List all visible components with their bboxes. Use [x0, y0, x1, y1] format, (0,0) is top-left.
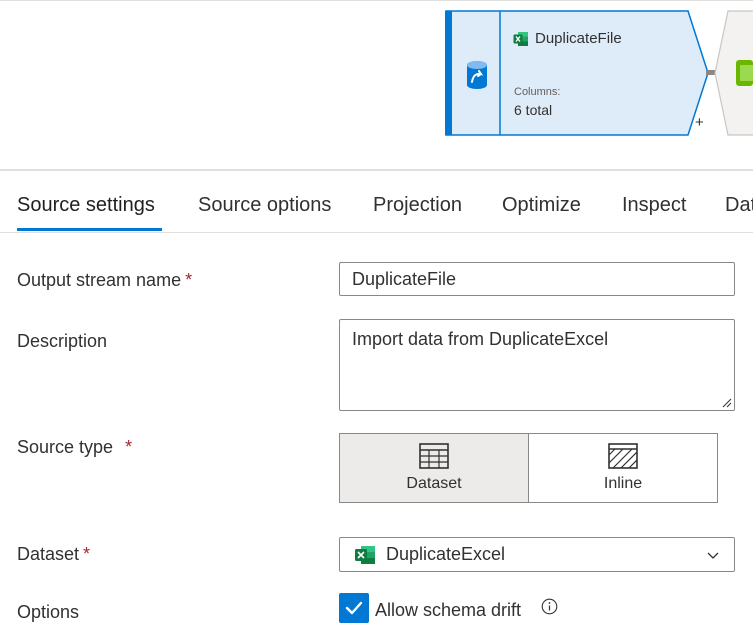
required-marker: *	[83, 544, 91, 564]
source-type-inline-option[interactable]: Inline	[528, 433, 718, 503]
dataset-dropdown-value: DuplicateExcel	[386, 544, 506, 564]
required-marker: *	[185, 270, 193, 290]
active-tab-indicator	[17, 228, 162, 231]
source-node-title: DuplicateFile	[513, 30, 622, 47]
description-label: Description	[17, 331, 108, 351]
resize-grip-icon[interactable]	[720, 396, 732, 408]
source-node-icon-area	[451, 12, 499, 134]
output-stream-name-label-text: Output stream name	[17, 270, 182, 290]
settings-tab-bar: Source settings Source options Projectio…	[0, 180, 753, 233]
tab-optimize[interactable]: Optimize	[502, 194, 581, 217]
info-icon[interactable]	[541, 598, 558, 615]
tab-source-settings[interactable]: Source settings	[17, 194, 155, 217]
source-type-label: Source type *	[17, 437, 132, 458]
dataflow-canvas[interactable]: DuplicateFile Columns: 6 total +	[0, 0, 753, 171]
chevron-down-icon	[707, 552, 719, 559]
excel-icon	[355, 545, 375, 564]
canvas-divider	[0, 169, 753, 171]
tab-inspect[interactable]: Inspect	[622, 194, 686, 217]
tab-data-preview[interactable]: Dat	[725, 194, 753, 217]
dataset-dropdown[interactable]: DuplicateExcel	[339, 537, 735, 572]
source-dataset-icon	[467, 61, 487, 89]
next-transformation-node[interactable]	[714, 10, 753, 136]
allow-schema-drift-checkbox[interactable]	[339, 593, 369, 623]
next-node-shape	[714, 10, 753, 136]
hatched-table-icon	[608, 443, 638, 469]
source-type-dataset-option[interactable]: Dataset	[339, 433, 529, 503]
checkmark-icon	[345, 601, 363, 615]
output-stream-name-label: Output stream name *	[17, 270, 192, 291]
excel-icon	[513, 31, 528, 46]
dataset-label: Dataset *	[17, 544, 90, 565]
tab-projection[interactable]: Projection	[373, 194, 462, 217]
add-transformation-button[interactable]: +	[695, 114, 704, 131]
source-type-label-text: Source type	[17, 437, 114, 457]
dataset-option-label: Dataset	[406, 475, 462, 492]
allow-schema-drift-label: Allow schema drift	[375, 600, 522, 620]
description-textarea[interactable]: Import data from DuplicateExcel	[339, 319, 735, 411]
source-node-title-text: DuplicateFile	[535, 30, 622, 47]
output-stream-name-input[interactable]: DuplicateFile	[339, 262, 735, 296]
node-columns-label: Columns:	[514, 86, 561, 98]
source-node-duplicatefile[interactable]: DuplicateFile Columns: 6 total +	[444, 10, 716, 136]
table-icon	[419, 443, 449, 469]
tab-source-options[interactable]: Source options	[198, 194, 331, 217]
node-columns-value: 6 total	[514, 102, 553, 118]
options-label: Options	[17, 602, 80, 622]
inline-option-label: Inline	[603, 475, 643, 492]
output-stream-name-value: DuplicateFile	[352, 269, 457, 289]
dataset-label-text: Dataset	[17, 544, 80, 564]
description-value: Import data from DuplicateExcel	[352, 329, 609, 349]
required-marker: *	[125, 437, 133, 457]
